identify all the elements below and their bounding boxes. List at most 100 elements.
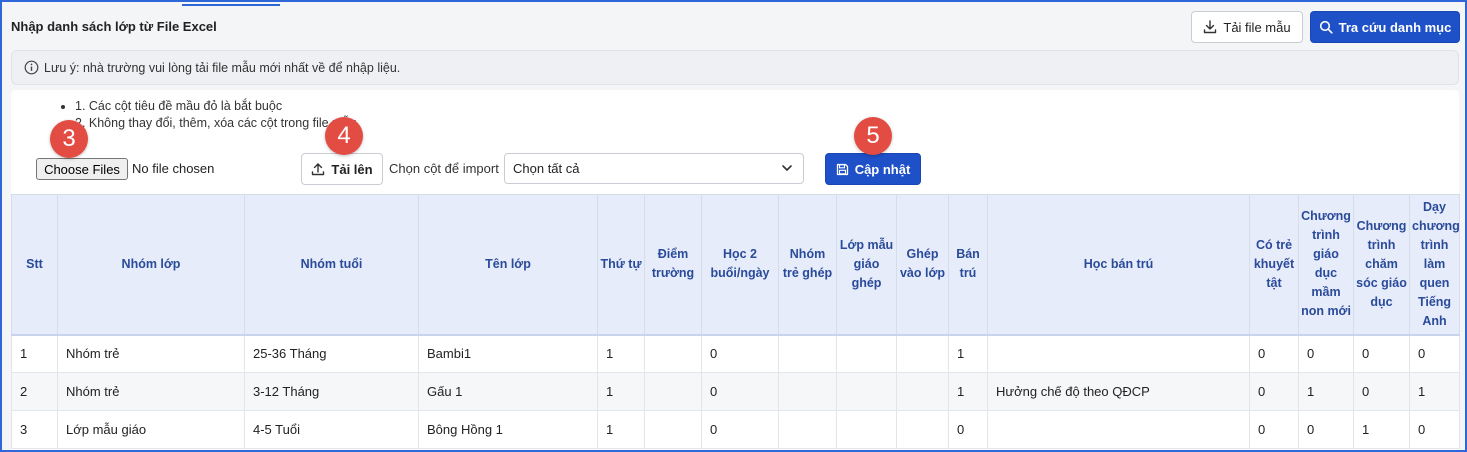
column-header[interactable]: Lớp mẫu giáo ghép (836, 194, 897, 335)
page-title: Nhập danh sách lớp từ File Excel (11, 19, 217, 34)
column-header[interactable]: Nhóm lớp (57, 194, 245, 335)
column-header[interactable]: Bán trú (948, 194, 988, 335)
table-cell (836, 372, 897, 411)
column-header[interactable]: Chương trình chăm sóc giáo dục (1353, 194, 1410, 335)
import-columns-select[interactable]: Chọn tất cả (504, 153, 804, 184)
table-cell: 1 (948, 334, 988, 373)
table-row[interactable]: 2 Nhóm trẻ 3-12 Tháng Gấu 1 1 0 1 Hưởng … (11, 372, 1460, 411)
table-cell: 1 (597, 334, 645, 373)
callout-badge-4: 4 (325, 117, 363, 155)
upload-button[interactable]: Tải lên (301, 153, 383, 185)
table-cell: 1 (1353, 410, 1410, 449)
table-cell: 4-5 Tuổi (244, 410, 419, 449)
table-cell: 1 (597, 372, 645, 411)
column-header[interactable]: Học bán trú (987, 194, 1250, 335)
chevron-down-icon (781, 162, 793, 174)
callout-badge-3: 3 (50, 120, 88, 158)
download-template-label: Tải file mẫu (1223, 19, 1291, 35)
table-cell (896, 410, 949, 449)
content-panel: 1. Các cột tiêu đề mầu đỏ là bắt buộc 2.… (11, 90, 1460, 450)
table-cell (644, 372, 702, 411)
table-cell: 0 (701, 372, 779, 411)
callout-badge-5: 5 (854, 117, 892, 155)
table-cell (987, 410, 1250, 449)
table-cell: Gấu 1 (418, 372, 598, 411)
search-icon (1319, 20, 1333, 34)
table-cell: Hưởng chế độ theo QĐCP (987, 372, 1250, 411)
table-cell: 1 (597, 410, 645, 449)
table-cell: 1 (11, 334, 58, 373)
download-template-button[interactable]: Tải file mẫu (1191, 11, 1303, 43)
table-cell: 3-12 Tháng (244, 372, 419, 411)
table-row[interactable]: 3 Lớp mẫu giáo 4-5 Tuổi Bông Hồng 1 1 0 … (11, 410, 1460, 449)
column-header[interactable]: Chương trình giáo dục mầm non mới (1298, 194, 1354, 335)
column-header[interactable]: Có trẻ khuyết tật (1249, 194, 1299, 335)
table-cell: 0 (701, 334, 779, 373)
table-cell: 1 (1409, 372, 1460, 411)
table-cell: 0 (701, 410, 779, 449)
table-cell: 1 (948, 372, 988, 411)
table-row[interactable]: 1 Nhóm trẻ 25-36 Tháng Bambi1 1 0 1 0 0 … (11, 334, 1460, 373)
table-cell: 0 (1409, 334, 1460, 373)
column-header[interactable]: Nhóm trẻ ghép (778, 194, 837, 335)
update-label: Cập nhật (854, 161, 911, 177)
upload-label: Tải lên (331, 161, 373, 177)
rules-list: 1. Các cột tiêu đề mầu đỏ là bắt buộc 2.… (75, 98, 356, 132)
class-list-table: Stt Nhóm lớp Nhóm tuổi Tên lớp Thứ tự Đi… (11, 194, 1460, 449)
table-cell: 0 (1353, 334, 1410, 373)
table-cell: 0 (1249, 372, 1299, 411)
table-cell: 3 (11, 410, 58, 449)
table-cell (644, 334, 702, 373)
table-cell: Bambi1 (418, 334, 598, 373)
table-cell (836, 334, 897, 373)
table-cell: 2 (11, 372, 58, 411)
table-cell: 0 (948, 410, 988, 449)
table-cell: 0 (1298, 410, 1354, 449)
upload-icon (311, 162, 325, 176)
table-cell: 0 (1298, 334, 1354, 373)
column-header[interactable]: Học 2 buổi/ngày (701, 194, 779, 335)
table-cell: Nhóm trẻ (57, 334, 245, 373)
column-header[interactable]: Stt (11, 194, 58, 335)
column-header[interactable]: Thứ tự (597, 194, 645, 335)
update-button[interactable]: Cập nhật (825, 153, 921, 185)
table-cell: 0 (1409, 410, 1460, 449)
column-header[interactable]: Ghép vào lớp (896, 194, 949, 335)
import-columns-value: Chọn tất cả (513, 161, 580, 176)
save-icon (836, 163, 849, 176)
table-cell (896, 372, 949, 411)
table-cell (896, 334, 949, 373)
column-header[interactable]: Dạy chương trình làm quen Tiếng Anh (1409, 194, 1460, 335)
choose-files-button[interactable]: Choose Files (36, 158, 128, 180)
info-icon (24, 60, 39, 75)
table-cell (987, 334, 1250, 373)
note-text: Lưu ý: nhà trường vui lòng tải file mẫu … (44, 60, 401, 75)
lookup-catalog-button[interactable]: Tra cứu danh mục (1310, 11, 1460, 43)
note-bar: Lưu ý: nhà trường vui lòng tải file mẫu … (11, 50, 1459, 85)
column-header[interactable]: Điểm trường (644, 194, 702, 335)
table-cell (778, 372, 837, 411)
table-cell: 0 (1353, 372, 1410, 411)
column-header[interactable]: Nhóm tuổi (244, 194, 419, 335)
table-cell: Bông Hồng 1 (418, 410, 598, 449)
table-cell: 0 (1249, 334, 1299, 373)
download-icon (1203, 20, 1217, 34)
rule-item: 2. Không thay đổi, thêm, xóa các cột tro… (75, 115, 356, 132)
lookup-catalog-label: Tra cứu danh mục (1338, 19, 1452, 35)
table-cell: Lớp mẫu giáo (57, 410, 245, 449)
table-cell (836, 410, 897, 449)
file-status: No file chosen (132, 161, 215, 176)
table-cell: 0 (1249, 410, 1299, 449)
table-cell (778, 410, 837, 449)
table-header-row: Stt Nhóm lớp Nhóm tuổi Tên lớp Thứ tự Đi… (11, 194, 1460, 335)
import-columns-label: Chọn cột để import (389, 161, 499, 176)
table-cell (644, 410, 702, 449)
active-tab-indicator (182, 4, 280, 6)
table-cell: Nhóm trẻ (57, 372, 245, 411)
column-header[interactable]: Tên lớp (418, 194, 598, 335)
rule-item: 1. Các cột tiêu đề mầu đỏ là bắt buộc (75, 98, 356, 115)
table-cell: 1 (1298, 372, 1354, 411)
table-cell: 25-36 Tháng (244, 334, 419, 373)
table-cell (778, 334, 837, 373)
import-dialog: Nhập danh sách lớp từ File Excel Tải fil… (0, 0, 1467, 452)
